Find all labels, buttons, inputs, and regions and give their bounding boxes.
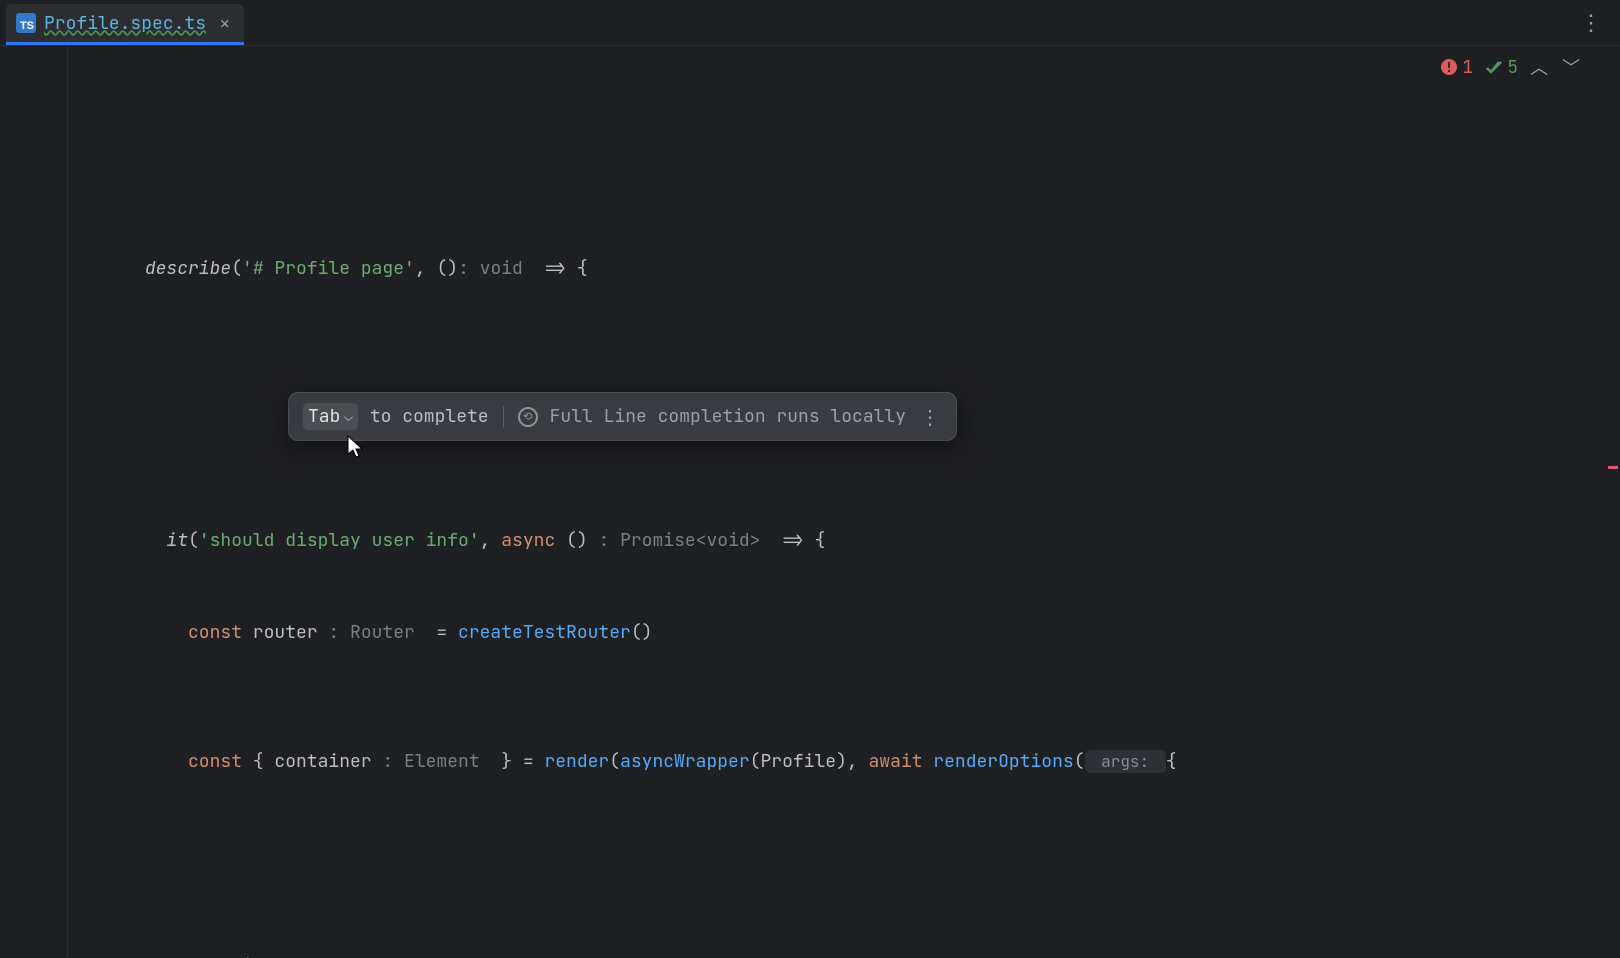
- arrow: => {: [523, 257, 588, 280]
- punct: {: [242, 750, 274, 773]
- keyword: const: [188, 621, 242, 644]
- punct: ,: [415, 257, 437, 280]
- ok-indicator[interactable]: 5: [1483, 56, 1518, 79]
- to-complete-label: to complete: [370, 405, 489, 428]
- string: 'should display user info': [199, 529, 480, 552]
- keyword: async: [501, 529, 555, 552]
- code-line[interactable]: it('should display user info', async () …: [68, 448, 1606, 485]
- fn-call: render: [544, 750, 609, 773]
- fn-call: asyncWrapper: [620, 750, 750, 773]
- close-tab-icon[interactable]: ✕: [220, 13, 230, 34]
- run-test-icon[interactable]: [68, 383, 108, 551]
- tab-label: Profile.spec.ts: [44, 12, 206, 35]
- error-indicator[interactable]: 1: [1440, 56, 1473, 79]
- code-line[interactable]: const router : Router = createTestRouter…: [68, 577, 1606, 614]
- type-hint: : Router: [328, 621, 414, 644]
- punct: (: [1074, 750, 1085, 773]
- punct: } =: [480, 750, 545, 773]
- ok-count: 5: [1507, 56, 1518, 79]
- punct: (: [188, 529, 199, 552]
- code-line[interactable]: [68, 319, 1606, 356]
- prev-highlight-icon[interactable]: ︿: [1528, 54, 1550, 80]
- completion-popup[interactable]: Tab ⌄ to complete ⟲ Full Line completion…: [288, 392, 957, 441]
- punct: ,: [480, 529, 502, 552]
- chevron-down-icon[interactable]: ⌄: [344, 408, 352, 426]
- keyword: const: [188, 750, 242, 773]
- local-model-icon: ⟲: [518, 407, 538, 427]
- type-hint: : Promise<void>: [598, 529, 760, 552]
- tab-profile-spec[interactable]: TS Profile.spec.ts ✕: [6, 4, 244, 45]
- tab-key-label: Tab: [308, 405, 340, 428]
- keyword: await: [868, 750, 922, 773]
- divider: [503, 406, 504, 428]
- ident: router: [242, 621, 318, 644]
- code-line[interactable]: T ↑ router,: [68, 835, 1606, 872]
- type-hint: : void: [458, 257, 523, 280]
- string: '# Profile page': [242, 257, 415, 280]
- code-line[interactable]: const { container : Element } = render(a…: [68, 706, 1606, 743]
- router-ref: router,: [210, 953, 286, 958]
- code-line[interactable]: describe('# Profile page', (): void => {: [68, 213, 1606, 250]
- tab-bar: TS Profile.spec.ts ✕ ⋮: [0, 0, 1620, 46]
- popup-menu-icon[interactable]: ⋮: [918, 404, 942, 430]
- punct: (: [231, 257, 242, 280]
- typescript-icon: TS: [16, 13, 36, 33]
- tab-overflow-icon[interactable]: ⋮: [1562, 0, 1620, 45]
- code-area[interactable]: 1 5 ︿ ﹀ describe('# Profile page', (): v…: [68, 46, 1606, 958]
- ident: container: [274, 750, 371, 773]
- error-stripe[interactable]: [1606, 46, 1620, 958]
- inspection-indicators[interactable]: 1 5 ︿ ﹀: [1440, 54, 1582, 80]
- describe-call: describe: [145, 257, 231, 280]
- next-highlight-icon[interactable]: ﹀: [1560, 54, 1582, 80]
- fn-call: createTestRouter: [458, 621, 631, 644]
- params: (): [555, 529, 587, 552]
- punct: (: [609, 750, 620, 773]
- punct: (Profile),: [750, 750, 869, 773]
- error-count: 1: [1462, 56, 1473, 79]
- fn-call: renderOptions: [933, 750, 1073, 773]
- punct: {: [1166, 750, 1177, 773]
- arrow: => {: [760, 529, 825, 552]
- punct: =: [415, 621, 458, 644]
- error-marker[interactable]: [1608, 466, 1618, 469]
- param-hint: args:: [1085, 750, 1166, 773]
- it-call: it: [166, 529, 188, 552]
- tab-key-badge[interactable]: Tab ⌄: [303, 403, 358, 430]
- editor: 1 5 ︿ ﹀ describe('# Profile page', (): v…: [0, 46, 1620, 958]
- params: (): [436, 257, 458, 280]
- full-line-info: Full Line completion runs locally: [550, 405, 906, 428]
- type-hint: : Element: [382, 750, 479, 773]
- space: [922, 750, 933, 773]
- punct: (): [631, 621, 653, 644]
- gutter: [0, 46, 68, 958]
